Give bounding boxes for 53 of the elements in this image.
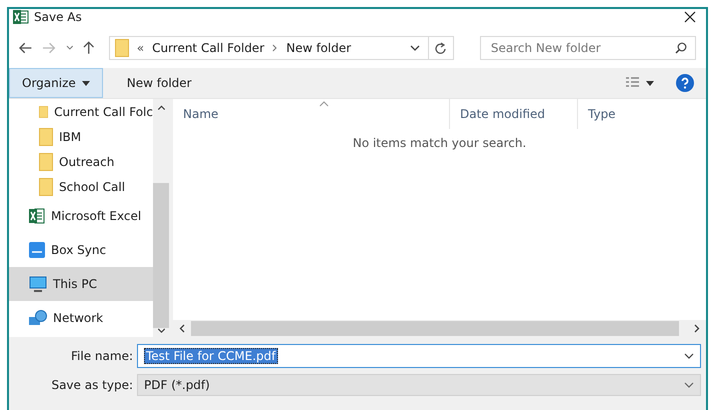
empty-message: No items match your search. [352,136,526,152]
refresh-icon[interactable] [434,42,447,54]
vertical-scrollbar[interactable] [153,99,169,337]
breadcrumb[interactable]: New folder [286,41,352,55]
column-header[interactable]: Name [173,99,450,129]
file-type-dropdown[interactable]: PDF (*.pdf) [137,374,701,396]
scroll-up-icon[interactable] [156,105,166,110]
breadcrumb-separator-icon [272,44,278,52]
folder-icon [39,128,53,146]
spreadsheet-icon [29,208,45,224]
caret-icon [82,80,90,86]
network-globe-icon [29,310,47,326]
spreadsheet-icon [13,10,29,24]
scroll-right-icon[interactable] [694,324,700,333]
close-icon[interactable] [684,11,696,23]
monitor-icon [29,276,47,292]
folder-icon [39,152,53,170]
list-view-icon[interactable] [626,77,654,89]
sidebar-item[interactable]: Current Call Folc [9,99,153,124]
sidebar-item[interactable]: This PC [9,267,153,301]
column-header[interactable]: Type [578,99,706,129]
chevron-down-icon[interactable] [684,382,694,388]
field-label: Save as type: [50,378,134,392]
folder-icon [39,178,53,196]
folder-icon [114,39,129,57]
scroll-down-icon[interactable] [156,328,166,333]
overflow-chevron[interactable]: « [136,41,144,55]
up-arrow-icon[interactable] [83,41,95,55]
sidebar-item[interactable]: Box Sync [9,233,153,267]
search-icon[interactable] [675,42,687,54]
chevron-down-icon[interactable] [684,353,694,359]
chevron-down-icon[interactable] [410,44,420,52]
sidebar-item[interactable]: Outreach [9,149,153,174]
back-arrow-icon[interactable] [19,42,32,54]
sidebar-item[interactable]: IBM [9,124,153,149]
column-header[interactable]: Date modified [450,99,578,129]
sort-caret-icon [319,101,329,107]
new-folder-button[interactable]: New folder [120,75,198,91]
sidebar-item[interactable]: Microsoft Excel [9,199,153,233]
address-bar[interactable]: « Current Call Folder New folder [108,36,454,60]
window-title: Save As [34,10,83,24]
sidebar-item[interactable]: School Call [9,174,153,199]
scroll-left-icon[interactable] [179,324,185,333]
field-label: File name: [70,349,134,363]
search-field[interactable]: Search New folder [480,36,696,60]
sidebar-item[interactable]: Network [9,301,153,335]
chevron-down-icon[interactable] [66,45,74,51]
cloud-sync-icon [29,242,45,258]
horizontal-scrollbar[interactable] [173,320,706,337]
file-name-field[interactable]: Test File for CCME.pdf [137,344,701,368]
help-icon[interactable] [676,74,694,92]
breadcrumb[interactable]: Current Call Folder [152,41,264,55]
organize-button[interactable]: Organize [9,68,103,98]
